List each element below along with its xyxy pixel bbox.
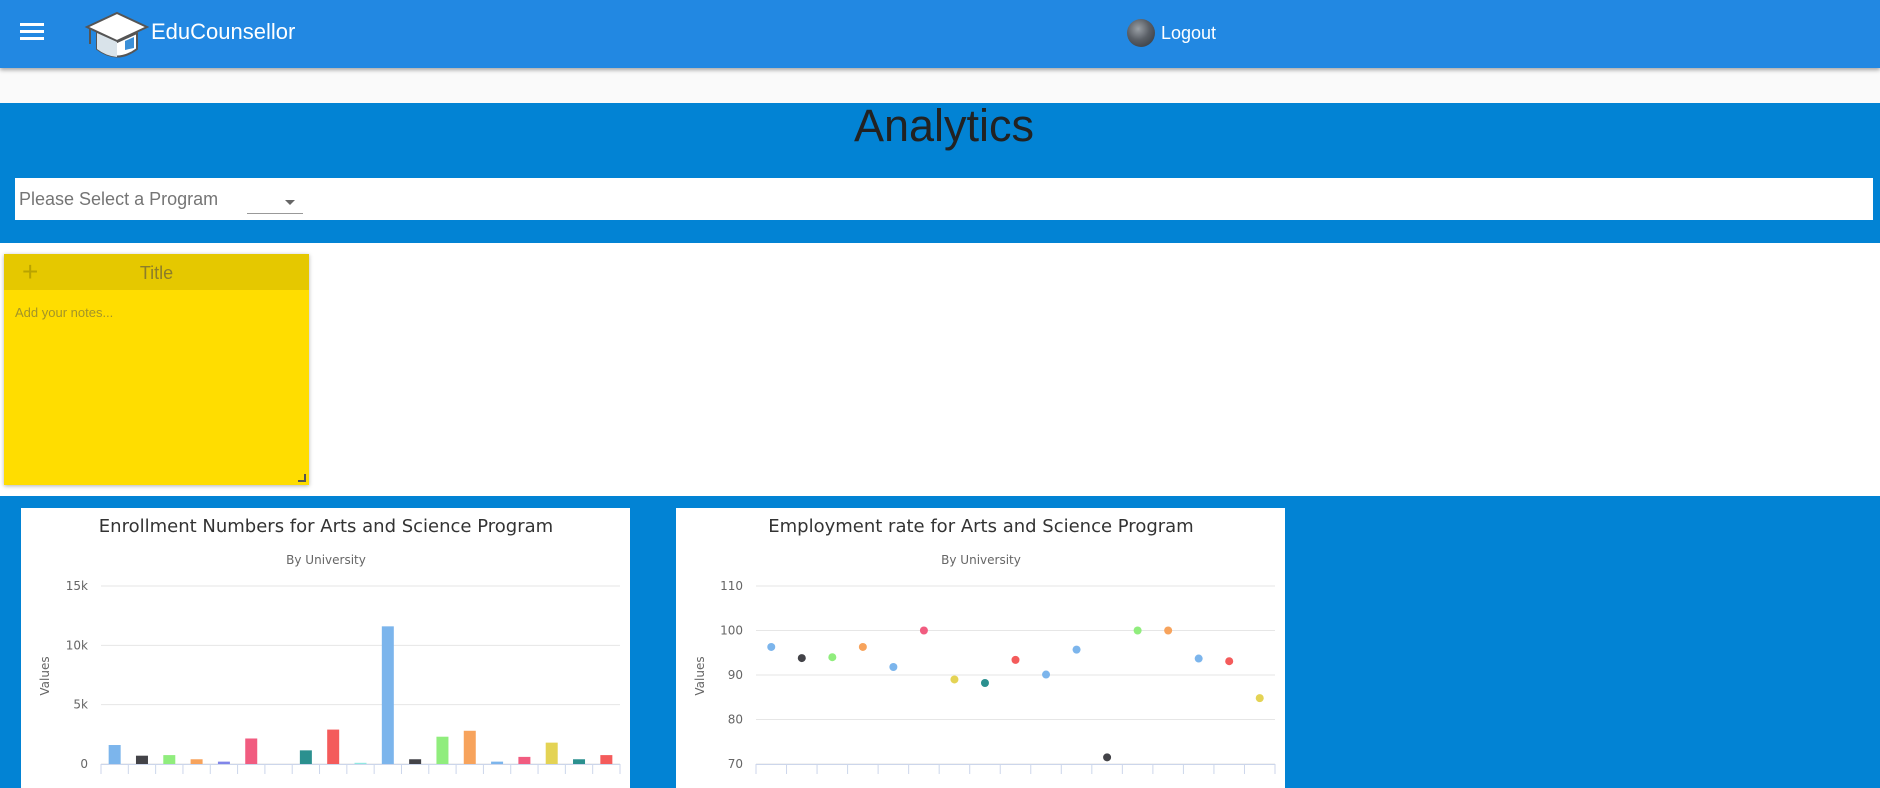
bar[interactable] xyxy=(163,755,176,764)
scatter-point[interactable] xyxy=(889,662,898,671)
bar[interactable] xyxy=(354,762,367,764)
logout-label: Logout xyxy=(1161,22,1217,43)
bar[interactable] xyxy=(409,759,422,764)
scatter-point[interactable] xyxy=(1042,670,1051,679)
y-axis-label: Values xyxy=(38,656,52,695)
program-select-dropdown[interactable] xyxy=(247,192,303,214)
avatar xyxy=(1127,19,1155,47)
scatter-point[interactable] xyxy=(797,654,806,663)
scatter-point[interactable] xyxy=(767,642,776,651)
scatter-point[interactable] xyxy=(919,626,928,635)
sticky-note: + Title Add your notes... xyxy=(4,254,309,485)
app-brand: EduCounsellor xyxy=(151,19,296,44)
enrollment-chart-svg: Enrollment Numbers for Arts and Science … xyxy=(38,516,621,774)
scatter-point[interactable] xyxy=(1133,626,1142,635)
y-axis-label: Values xyxy=(693,656,707,695)
page-title: Analytics xyxy=(853,100,1035,151)
bar[interactable] xyxy=(381,626,394,764)
bar[interactable] xyxy=(108,745,121,764)
y-tick-label: 10k xyxy=(66,638,88,652)
scatter-point[interactable] xyxy=(1103,753,1112,762)
scatter-point[interactable] xyxy=(1164,626,1173,635)
bar[interactable] xyxy=(463,730,476,764)
bar[interactable] xyxy=(190,759,203,764)
scatter-point[interactable] xyxy=(1072,645,1081,654)
bar[interactable] xyxy=(327,729,340,764)
chart-title: Employment rate for Arts and Science Pro… xyxy=(768,516,1193,537)
y-tick-label: 70 xyxy=(728,757,743,771)
y-tick-label: 90 xyxy=(728,668,743,682)
resize-handle-icon[interactable] xyxy=(298,474,306,482)
top-strip xyxy=(0,68,1880,103)
scatter-point[interactable] xyxy=(1225,657,1234,666)
bar[interactable] xyxy=(135,755,148,764)
bar[interactable] xyxy=(245,738,258,764)
scatter-point[interactable] xyxy=(980,679,989,688)
bar[interactable] xyxy=(545,742,558,764)
scatter-point[interactable] xyxy=(1255,694,1264,703)
sticky-note-title[interactable]: Title xyxy=(4,263,309,284)
y-tick-label: 100 xyxy=(720,624,743,638)
program-select-bar: Please Select a Program xyxy=(15,178,1873,220)
program-select-placeholder: Please Select a Program xyxy=(19,189,219,209)
bar[interactable] xyxy=(600,755,613,764)
y-tick-label: 80 xyxy=(728,713,743,727)
employment-chart-svg: Employment rate for Arts and Science Pro… xyxy=(693,516,1276,774)
chart-title: Enrollment Numbers for Arts and Science … xyxy=(99,516,553,537)
scatter-point[interactable] xyxy=(828,653,837,662)
y-tick-label: 15k xyxy=(66,579,88,593)
scatter-point[interactable] xyxy=(1011,655,1020,664)
bar[interactable] xyxy=(299,750,312,764)
sticky-note-body[interactable]: Add your notes... xyxy=(15,305,113,320)
scatter-point[interactable] xyxy=(1194,654,1203,663)
y-tick-label: 5k xyxy=(73,698,88,712)
bar[interactable] xyxy=(573,759,586,764)
graduation-cap-logo xyxy=(84,11,150,58)
y-tick-label: 0 xyxy=(80,757,88,771)
enrollment-chart: Enrollment Numbers for Arts and Science … xyxy=(21,508,630,788)
employment-chart: Employment rate for Arts and Science Pro… xyxy=(676,508,1285,788)
bar[interactable] xyxy=(518,756,531,764)
menu-icon[interactable] xyxy=(20,23,44,43)
bar[interactable] xyxy=(491,761,504,764)
logout-button[interactable]: Logout xyxy=(1127,19,1216,47)
app-bar: EduCounsellor Logout xyxy=(0,0,1880,68)
scatter-point[interactable] xyxy=(858,642,867,651)
sticky-note-header: + Title xyxy=(4,254,309,290)
chart-subtitle: By University xyxy=(941,553,1021,567)
y-tick-label: 110 xyxy=(720,579,743,593)
bar[interactable] xyxy=(436,736,449,764)
bar[interactable] xyxy=(217,761,230,764)
chart-subtitle: By University xyxy=(286,553,366,567)
scatter-point[interactable] xyxy=(950,675,959,684)
